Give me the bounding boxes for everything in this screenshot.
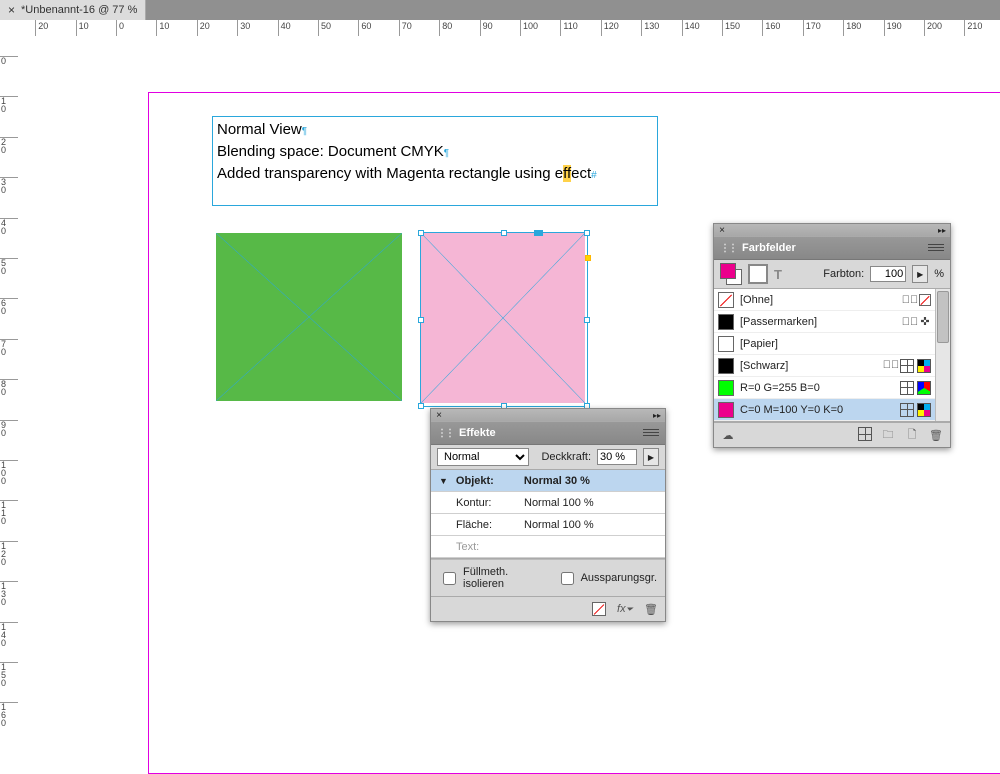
panel-titlebar[interactable]: × ▸▸ <box>714 224 950 236</box>
fx-icon[interactable]: fx⏷ <box>617 601 633 617</box>
ruler-origin[interactable] <box>0 20 19 37</box>
knockout-group-checkbox[interactable]: Aussparungsgr. <box>557 569 657 588</box>
container-formatting-icon[interactable] <box>748 264 768 284</box>
ruler-horizontal[interactable]: 2010010203040506070809010011012013014015… <box>18 20 1000 37</box>
close-icon[interactable]: × <box>434 410 444 421</box>
panel-menu-icon[interactable] <box>641 425 661 439</box>
swatch-icon <box>718 380 734 396</box>
close-icon[interactable]: × <box>717 225 727 236</box>
panel-title: Effekte <box>459 427 496 439</box>
process-icon <box>900 359 914 373</box>
new-color-group-icon[interactable]: 🗀 <box>880 427 896 443</box>
swatch-green[interactable]: R=0 G=255 B=0 <box>714 377 935 399</box>
new-swatch-icon[interactable]: 🗋 <box>904 427 920 443</box>
clear-effects-icon[interactable] <box>591 601 607 617</box>
collapse-icon[interactable]: ▸▸ <box>652 411 662 420</box>
blend-mode-select[interactable]: Normal <box>437 448 529 466</box>
pilcrow-icon: ¶ <box>302 126 307 137</box>
none-swatch-icon <box>718 292 734 308</box>
swatch-icon <box>718 314 734 330</box>
swatch-view-icon[interactable] <box>858 427 872 441</box>
end-of-story-icon: # <box>591 170 597 181</box>
tint-label: Farbton: <box>823 268 864 280</box>
swatches-panel[interactable]: × ▸▸ ⋮⋮ Farbfelder T Farbton: ▶ % [Ohne]… <box>713 223 951 448</box>
collapse-icon[interactable]: ▸▸ <box>937 226 947 235</box>
effects-panel[interactable]: × ▸▸ ⋮⋮ Effekte Normal Deckkraft: ▶ ▼ Ob… <box>430 408 666 622</box>
tint-input[interactable] <box>870 266 906 282</box>
rgb-icon <box>917 381 931 395</box>
process-icon <box>900 403 914 417</box>
swatch-icon <box>718 336 734 352</box>
not-editable-icon: ✎⃠ <box>885 359 897 371</box>
green-rectangle[interactable] <box>216 233 402 401</box>
panel-titlebar[interactable]: × ▸▸ <box>431 409 665 421</box>
swatch-none[interactable]: [Ohne] ✎⃠ <box>714 289 935 311</box>
text-formatting-icon[interactable]: T <box>774 267 782 282</box>
panel-header[interactable]: ⋮⋮ Effekte <box>431 421 665 445</box>
search-highlight: ff <box>563 165 571 182</box>
not-editable-icon: ✎⃠ <box>904 316 916 328</box>
magenta-rectangle[interactable] <box>421 233 585 403</box>
swatch-registration[interactable]: [Passermarken] ✎⃠ ✜ <box>714 311 935 333</box>
ruler-vertical[interactable]: 0102030405060708090100110120130140150160 <box>0 36 19 706</box>
swatch-paper[interactable]: [Papier] <box>714 333 935 355</box>
document-tabbar: × *Unbenannt-16 @ 77 % <box>0 0 1000 21</box>
not-editable-icon: ✎⃠ <box>904 294 916 306</box>
fx-target-stroke[interactable]: Kontur: Normal 100 % <box>431 492 665 514</box>
cmyk-icon <box>917 359 931 373</box>
isolate-blending-checkbox[interactable]: Füllmeth. isolieren <box>439 566 543 590</box>
fx-target-text[interactable]: Text: <box>431 536 665 558</box>
close-icon[interactable]: × <box>8 3 15 17</box>
scrollbar-thumb[interactable] <box>937 291 949 343</box>
swatch-icon <box>718 402 734 418</box>
fill-stroke-proxy[interactable] <box>720 263 742 285</box>
text-frame[interactable]: Normal View¶ Blending space: Document CM… <box>212 116 658 206</box>
swatch-black[interactable]: [Schwarz] ✎⃠ <box>714 355 935 377</box>
registration-icon: ✜ <box>919 316 931 328</box>
cc-libraries-icon[interactable]: ☁ <box>720 427 736 443</box>
opacity-arrow-button[interactable]: ▶ <box>643 448 659 466</box>
tab-title: *Unbenannt-16 @ 77 % <box>21 4 137 16</box>
grip-icon: ⋮⋮ <box>720 243 736 254</box>
process-icon <box>900 381 914 395</box>
panel-menu-icon[interactable] <box>926 240 946 254</box>
opacity-label: Deckkraft: <box>541 451 591 463</box>
tint-unit: % <box>934 268 944 280</box>
trash-icon[interactable]: 🗑 <box>928 427 944 443</box>
none-icon <box>919 294 931 306</box>
cmyk-icon <box>917 403 931 417</box>
swatch-icon <box>718 358 734 374</box>
panel-title: Farbfelder <box>742 242 796 254</box>
swatch-scrollbar[interactable] <box>935 289 950 421</box>
tint-arrow-button[interactable]: ▶ <box>912 265 928 283</box>
panel-header[interactable]: ⋮⋮ Farbfelder <box>714 236 950 260</box>
swatch-magenta[interactable]: C=0 M=100 Y=0 K=0 <box>714 399 935 421</box>
fx-target-fill[interactable]: Fläche: Normal 100 % <box>431 514 665 536</box>
pilcrow-icon: ¶ <box>444 148 449 159</box>
document-tab[interactable]: × *Unbenannt-16 @ 77 % <box>0 0 146 20</box>
trash-icon[interactable]: 🗑 <box>643 601 659 617</box>
opacity-input[interactable] <box>597 449 637 465</box>
grip-icon: ⋮⋮ <box>437 428 453 439</box>
fx-target-object[interactable]: ▼ Objekt: Normal 30 % <box>431 470 665 492</box>
